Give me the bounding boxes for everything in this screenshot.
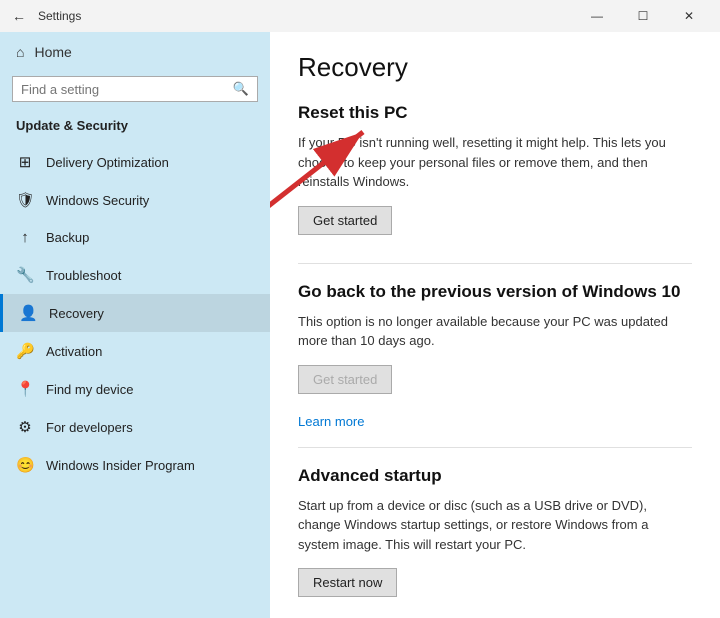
sidebar-item-label: Find my device: [46, 382, 133, 397]
app-title: Settings: [38, 9, 574, 23]
title-bar: ← Settings — ☐ ✕: [0, 0, 720, 32]
reset-pc-body: If your PC isn't running well, resetting…: [298, 133, 692, 192]
developers-icon: ⚙: [16, 418, 34, 436]
sidebar-item-windows-security[interactable]: 🛡 Windows Security: [0, 181, 270, 219]
go-back-button[interactable]: Get started: [298, 365, 392, 394]
go-back-title: Go back to the previous version of Windo…: [298, 282, 692, 302]
close-button[interactable]: ✕: [666, 0, 712, 32]
insider-icon: 😊: [16, 456, 34, 474]
sidebar: ⌂ Home 🔍 Update & Security ⊞ Delivery Op…: [0, 32, 270, 618]
main-content: ⌂ Home 🔍 Update & Security ⊞ Delivery Op…: [0, 32, 720, 618]
section-go-back: Go back to the previous version of Windo…: [298, 282, 692, 429]
sidebar-item-label: Troubleshoot: [46, 268, 121, 283]
sidebar-item-label: For developers: [46, 420, 133, 435]
divider-2: [298, 447, 692, 448]
window-controls: — ☐ ✕: [574, 0, 712, 32]
search-box: 🔍: [12, 76, 258, 102]
sidebar-item-home[interactable]: ⌂ Home: [0, 32, 270, 72]
home-label: Home: [34, 44, 71, 60]
sidebar-section-title: Update & Security: [0, 110, 270, 143]
minimize-button[interactable]: —: [574, 0, 620, 32]
go-back-body: This option is no longer available becau…: [298, 312, 692, 351]
shield-icon: 🛡: [16, 191, 34, 209]
advanced-startup-title: Advanced startup: [298, 466, 692, 486]
content-wrapper: Recovery Reset this PC If your PC isn't …: [298, 52, 692, 618]
learn-more-link[interactable]: Learn more: [298, 414, 692, 429]
back-button[interactable]: ←: [8, 4, 30, 28]
advanced-startup-body: Start up from a device or disc (such as …: [298, 496, 692, 555]
delivery-icon: ⊞: [16, 153, 34, 171]
find-device-icon: 📍: [16, 380, 34, 398]
sidebar-item-label: Windows Security: [46, 193, 149, 208]
reset-pc-title: Reset this PC: [298, 103, 692, 123]
sidebar-item-label: Recovery: [49, 306, 104, 321]
page-title: Recovery: [298, 52, 692, 83]
sidebar-item-label: Backup: [46, 230, 89, 245]
sidebar-item-label: Activation: [46, 344, 102, 359]
sidebar-item-label: Delivery Optimization: [46, 155, 169, 170]
maximize-button[interactable]: ☐: [620, 0, 666, 32]
sidebar-item-activation[interactable]: 🔑 Activation: [0, 332, 270, 370]
activation-icon: 🔑: [16, 342, 34, 360]
divider-1: [298, 263, 692, 264]
recovery-icon: 👤: [19, 304, 37, 322]
sidebar-item-delivery-optimization[interactable]: ⊞ Delivery Optimization: [0, 143, 270, 181]
sidebar-item-windows-insider[interactable]: 😊 Windows Insider Program: [0, 446, 270, 484]
restart-now-button[interactable]: Restart now: [298, 568, 397, 597]
search-icon: 🔍: [233, 81, 249, 97]
sidebar-item-recovery[interactable]: 👤 Recovery: [0, 294, 270, 332]
section-advanced-startup: Advanced startup Start up from a device …: [298, 466, 692, 618]
section-reset-pc: Reset this PC If your PC isn't running w…: [298, 103, 692, 255]
sidebar-item-for-developers[interactable]: ⚙ For developers: [0, 408, 270, 446]
troubleshoot-icon: 🔧: [16, 266, 34, 284]
search-input[interactable]: [21, 82, 233, 97]
sidebar-item-backup[interactable]: ↑ Backup: [0, 219, 270, 256]
backup-icon: ↑: [16, 229, 34, 246]
sidebar-item-label: Windows Insider Program: [46, 458, 195, 473]
sidebar-item-find-my-device[interactable]: 📍 Find my device: [0, 370, 270, 408]
home-icon: ⌂: [16, 44, 24, 60]
sidebar-item-troubleshoot[interactable]: 🔧 Troubleshoot: [0, 256, 270, 294]
content-pane: Recovery Reset this PC If your PC isn't …: [270, 32, 720, 618]
reset-pc-button[interactable]: Get started: [298, 206, 392, 235]
